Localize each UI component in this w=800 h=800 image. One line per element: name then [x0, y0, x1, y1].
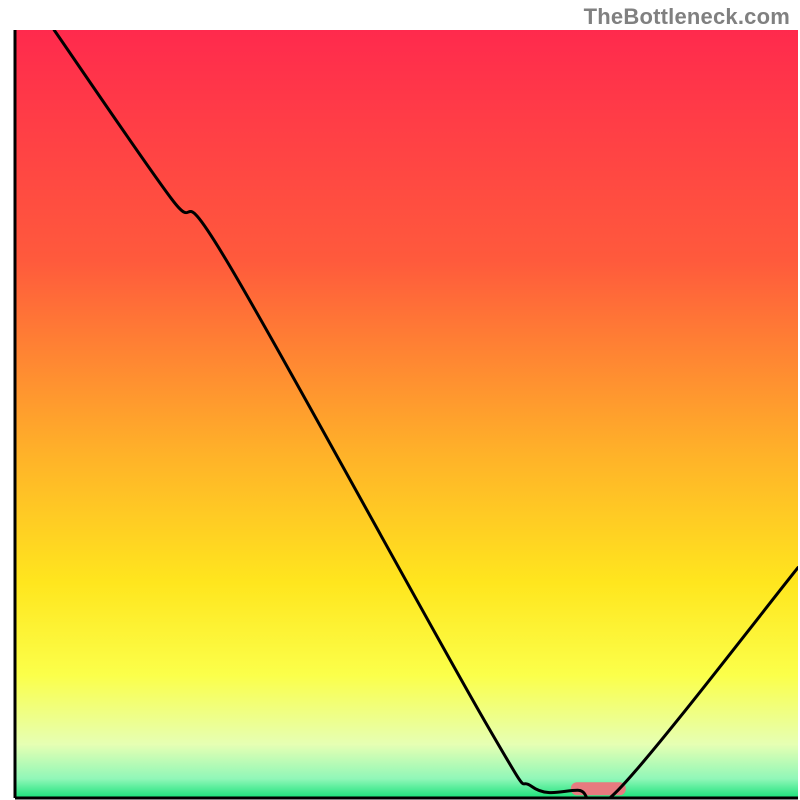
chart-stage: TheBottleneck.com: [0, 0, 800, 800]
bottleneck-chart: [0, 0, 800, 800]
watermark-text: TheBottleneck.com: [584, 4, 790, 30]
